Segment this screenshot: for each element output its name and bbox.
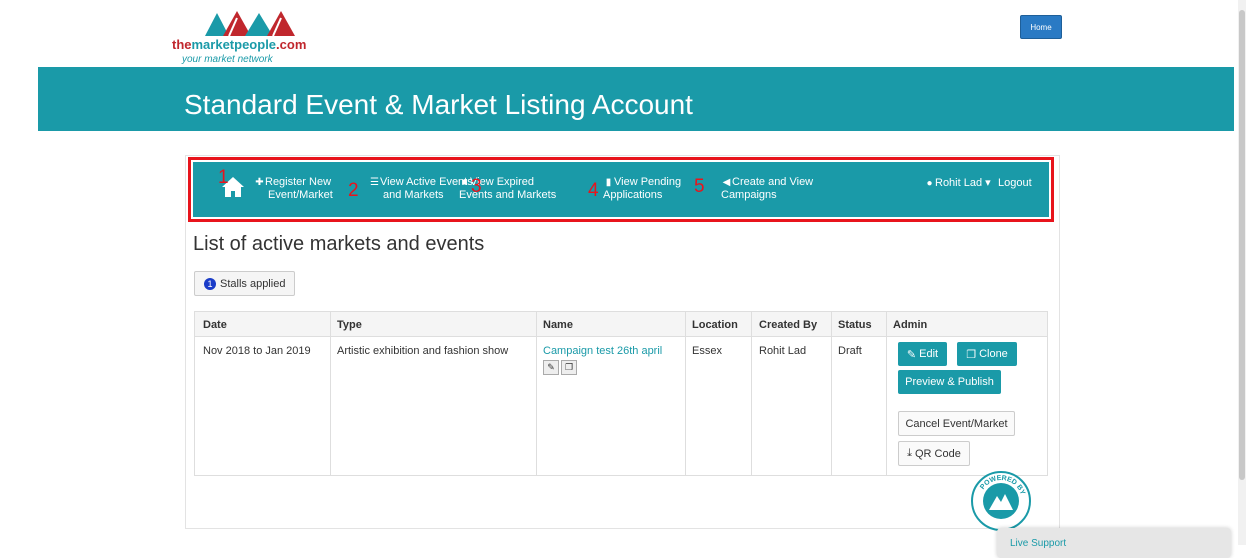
logo-wordmark: themarketpeople.com — [172, 37, 307, 52]
clone-button[interactable]: ❐ Clone — [957, 342, 1017, 366]
column-divider — [536, 312, 537, 475]
annotation-number: 4 — [588, 180, 599, 201]
column-header-name: Name — [543, 319, 573, 331]
list-heading: List of active markets and events — [193, 233, 485, 255]
column-header-admin: Admin — [893, 319, 928, 331]
market-tents-logo-icon — [205, 11, 295, 37]
clone-icon: ❐ — [966, 348, 977, 361]
name-actions: ✎ ❐ — [543, 360, 579, 378]
column-divider — [685, 312, 686, 475]
column-divider — [751, 312, 752, 475]
page-banner: Standard Event & Market Listing Account — [38, 67, 1234, 131]
stalls-applied-label: Stalls applied — [220, 277, 286, 290]
column-header-status: Status — [838, 319, 872, 331]
scrollbar-thumb[interactable] — [1239, 10, 1245, 480]
page-title: Standard Event & Market Listing Account — [184, 89, 693, 120]
powered-by-logo-icon: POWERED BY — [971, 471, 1031, 531]
copy-icon[interactable]: ❐ — [561, 360, 577, 375]
row-location: Essex — [692, 345, 722, 357]
row-status: Draft — [838, 345, 862, 357]
live-support-widget[interactable]: Live Support — [997, 528, 1231, 558]
stalls-applied-button[interactable]: 1 Stalls applied — [194, 271, 295, 296]
page-scrollbar[interactable] — [1238, 0, 1246, 545]
annotation-number: 1 — [218, 167, 229, 188]
annotation-number: 3 — [471, 176, 482, 197]
row-date: Nov 2018 to Jan 2019 — [203, 345, 311, 357]
edit-icon: ✎ — [906, 348, 917, 361]
stalls-count-badge: 1 — [204, 277, 216, 290]
column-divider — [831, 312, 832, 475]
logo-tagline: your market network — [182, 54, 273, 65]
column-header-location: Location — [692, 319, 738, 331]
events-table: Date Type Name Location Created By Statu… — [194, 311, 1048, 476]
column-header-created-by: Created By — [759, 319, 818, 331]
qr-code-button[interactable]: ⤓ QR Code — [898, 441, 970, 466]
column-divider — [330, 312, 331, 475]
live-support-label[interactable]: Live Support — [1010, 538, 1066, 549]
column-header-type: Type — [337, 319, 362, 331]
column-header-date: Date — [203, 319, 227, 331]
home-button[interactable]: Home — [1020, 15, 1062, 39]
site-logo[interactable]: themarketpeople.com your market network — [172, 10, 352, 66]
column-divider — [886, 312, 887, 475]
download-icon: ⤓ — [907, 447, 912, 459]
annotation-number: 2 — [348, 180, 359, 201]
cancel-event-button[interactable]: Cancel Event/Market — [898, 411, 1015, 436]
annotation-highlight-box — [188, 157, 1054, 222]
row-name-link[interactable]: Campaign test 26th april — [543, 345, 662, 357]
edit-button[interactable]: ✎ Edit — [898, 342, 947, 366]
annotation-number: 5 — [694, 176, 705, 197]
row-type: Artistic exhibition and fashion show — [337, 345, 509, 357]
powered-by-seal: POWERED BY — [970, 470, 1032, 532]
preview-publish-button[interactable]: Preview & Publish — [898, 370, 1001, 394]
edit-note-icon[interactable]: ✎ — [543, 360, 559, 375]
row-created-by: Rohit Lad — [759, 345, 807, 357]
